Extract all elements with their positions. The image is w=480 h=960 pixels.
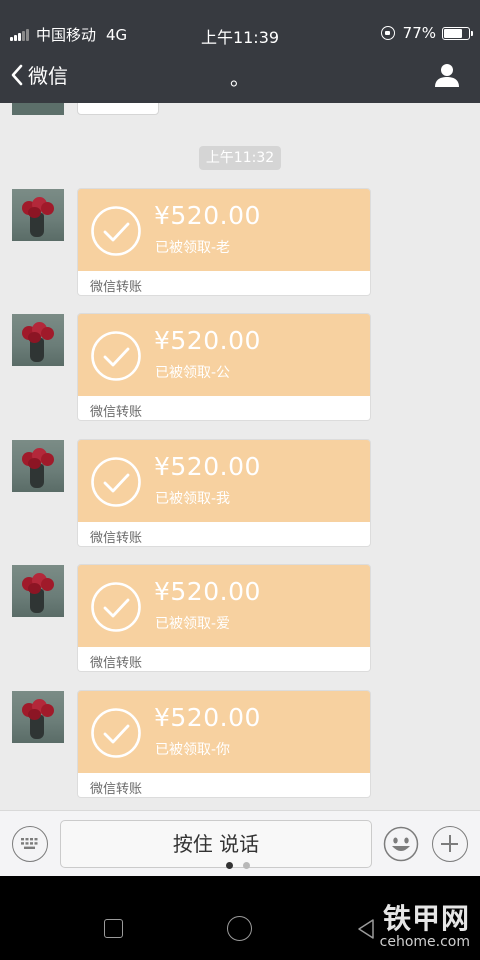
avatar[interactable]	[12, 103, 64, 115]
chat-title: 。	[230, 66, 250, 90]
transfer-status: 已被领取-老	[155, 240, 231, 256]
flower-shape	[28, 207, 41, 218]
transfer-card-top: ¥520.00 已被领取-你	[78, 691, 370, 773]
transfer-label: 微信转账	[90, 656, 143, 671]
transfer-label: 微信转账	[90, 782, 143, 797]
system-nav-bar: 铁甲网 cehome.com	[0, 876, 480, 960]
status-right: 77%	[380, 24, 473, 42]
flower-shape	[41, 202, 54, 215]
avatar[interactable]	[12, 565, 64, 617]
avatar[interactable]	[12, 314, 64, 366]
back-triangle-icon[interactable]	[356, 918, 376, 940]
flower-shape	[41, 578, 54, 591]
message-row: ¥520.00 已被领取-公微信转账	[0, 313, 480, 423]
transfer-card-top: ¥520.00 已被领取-公	[78, 314, 370, 396]
watermark: 铁甲网 cehome.com	[379, 902, 470, 951]
message-row: ¥520.00 已被领取-我微信转账	[0, 439, 480, 549]
message-row: ¥520.00 已被领取-老微信转账	[0, 188, 480, 298]
transfer-card-footer: 微信转账	[78, 522, 370, 546]
transfer-status: 已被领取-你	[155, 742, 231, 758]
transfer-amount: ¥520.00	[154, 326, 261, 355]
transfer-amount: ¥520.00	[154, 577, 261, 606]
avatar[interactable]	[12, 691, 64, 743]
transfer-card[interactable]: ¥520.00 已被领取-公微信转账	[77, 313, 371, 421]
flower-shape	[28, 583, 41, 594]
transfer-label: 微信转账	[90, 405, 143, 420]
check-circle-icon	[91, 206, 141, 256]
transfer-amount: ¥520.00	[154, 201, 261, 230]
hold-to-talk-button[interactable]: 按住 说话	[60, 820, 372, 868]
page-dot	[243, 862, 250, 869]
watermark-url: cehome.com	[379, 934, 470, 950]
transfer-card-footer: 微信转账	[78, 271, 370, 295]
transfer-status: 已被领取-公	[155, 365, 231, 381]
chat-area[interactable]: 上午11:32 ¥520.00 已被领取-老 微信转账 ¥520.00 已被领取-公 微信…	[0, 103, 480, 810]
transfer-card-footer: 微信转账	[78, 647, 370, 671]
keyboard-toggle-button[interactable]	[12, 826, 48, 862]
emoji-button[interactable]	[383, 826, 419, 862]
check-circle-icon	[91, 331, 141, 381]
flower-shape	[28, 458, 41, 469]
avatar[interactable]	[12, 189, 64, 241]
transfer-label: 微信转账	[90, 280, 143, 295]
transfer-card[interactable]: ¥520.00 已被领取-老微信转账	[77, 188, 371, 296]
watermark-brand: 铁甲网	[382, 902, 470, 935]
flower-shape	[28, 709, 41, 720]
profile-icon	[435, 64, 459, 87]
transfer-card[interactable]: ¥520.00 已被领取-我微信转账	[77, 439, 371, 547]
message-row: ¥520.00 已被领取-爱微信转账	[0, 564, 480, 674]
rotation-lock-icon	[380, 26, 395, 40]
transfer-card-top: ¥520.00 已被领取-我	[78, 440, 370, 522]
transfer-card[interactable]: ¥520.00 已被领取-你微信转账	[77, 690, 371, 798]
flower-shape	[41, 704, 54, 717]
transfer-amount: ¥520.00	[154, 452, 261, 481]
transfer-card[interactable]: ¥520.00 已被领取-爱微信转账	[77, 564, 371, 672]
status-bar: 中国移动 4G 上午11:39 77%	[0, 0, 480, 48]
nav-bar: 微信 。	[0, 48, 480, 103]
transfer-card-top: ¥520.00 已被领取-老	[78, 189, 370, 271]
input-bar: 按住 说话	[0, 810, 480, 876]
page-dot-active	[226, 862, 233, 869]
check-circle-icon	[91, 708, 141, 758]
transfer-card-footer: 微信转账	[78, 396, 370, 420]
profile-button[interactable]	[434, 62, 460, 92]
check-circle-icon	[91, 457, 141, 507]
battery-icon	[442, 26, 473, 40]
check-circle-icon	[91, 582, 141, 632]
battery-fill	[444, 28, 463, 38]
message-bubble[interactable]	[77, 103, 159, 115]
transfer-card-top: ¥520.00 已被领取-爱	[78, 565, 370, 647]
emoji-icon	[383, 826, 419, 862]
recent-apps-icon[interactable]	[104, 919, 123, 938]
transfer-amount: ¥520.00	[154, 703, 261, 732]
transfer-status: 已被领取-爱	[155, 616, 231, 632]
page-indicator	[226, 862, 260, 869]
battery-percent: 77%	[402, 24, 436, 42]
flower-shape	[41, 327, 54, 340]
avatar[interactable]	[12, 440, 64, 492]
message-row: ¥520.00 已被领取-你微信转账	[0, 690, 480, 800]
flower-shape	[28, 332, 41, 343]
home-icon[interactable]	[227, 916, 252, 941]
transfer-label: 微信转账	[90, 531, 143, 546]
flower-shape	[41, 453, 54, 466]
more-actions-button[interactable]	[432, 826, 468, 862]
transfer-card-footer: 微信转账	[78, 773, 370, 797]
chat-timestamp: 上午11:32	[199, 146, 281, 170]
keyboard-icon	[21, 838, 38, 849]
transfer-status: 已被领取-我	[155, 491, 231, 507]
